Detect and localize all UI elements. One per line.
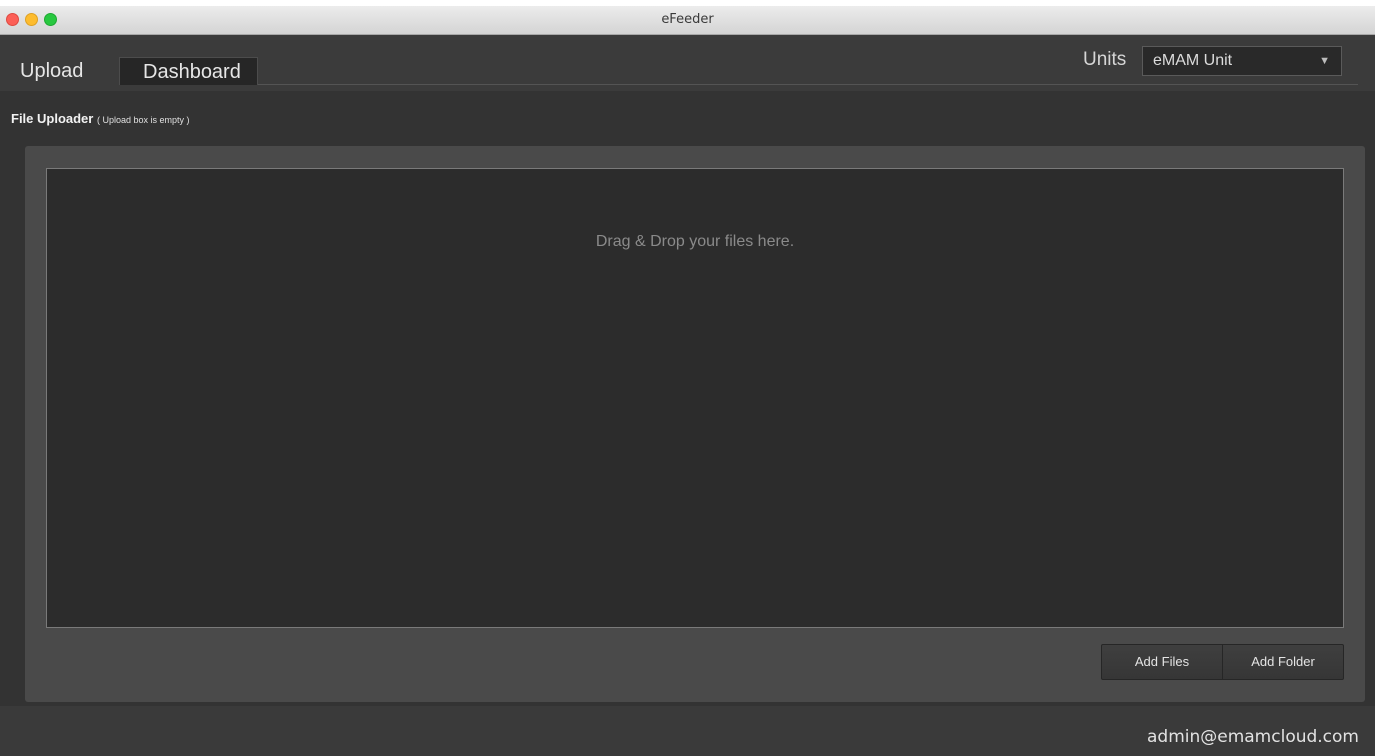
units-selected-value: eMAM Unit: [1153, 52, 1233, 69]
upload-panel: Drag & Drop your files here. Add Files A…: [25, 146, 1365, 702]
drop-hint: Drag & Drop your files here.: [595, 233, 795, 250]
user-email: admin@emamcloud.com: [1146, 727, 1359, 747]
add-folder-button[interactable]: Add Folder: [1222, 645, 1343, 679]
add-files-button[interactable]: Add Files: [1102, 645, 1222, 679]
app-window: eFeeder Upload Dashboard Units eMAM Unit…: [0, 6, 1375, 756]
tab-dashboard[interactable]: Dashboard: [119, 57, 258, 85]
tab-bar-divider: [258, 84, 1358, 85]
title-bar: eFeeder: [0, 6, 1375, 35]
file-uploader-title: File Uploader: [11, 111, 94, 126]
tab-upload[interactable]: Upload: [6, 57, 116, 85]
main-content: File Uploader ( Upload box is empty ) Dr…: [0, 91, 1375, 706]
upload-button-group: Add Files Add Folder: [1101, 644, 1344, 680]
dropdown-caret-icon: ▼: [1319, 55, 1330, 67]
drop-zone[interactable]: Drag & Drop your files here.: [46, 168, 1344, 628]
file-uploader-heading: File Uploader ( Upload box is empty ): [11, 111, 190, 126]
units-label: Units: [1083, 49, 1127, 70]
tab-bar: Upload Dashboard Units eMAM Unit ▼: [0, 35, 1375, 91]
window-title: eFeeder: [661, 12, 714, 27]
units-select[interactable]: eMAM Unit ▼: [1142, 46, 1342, 76]
upload-status: ( Upload box is empty ): [96, 115, 190, 125]
footer: admin@emamcloud.com: [0, 706, 1375, 756]
